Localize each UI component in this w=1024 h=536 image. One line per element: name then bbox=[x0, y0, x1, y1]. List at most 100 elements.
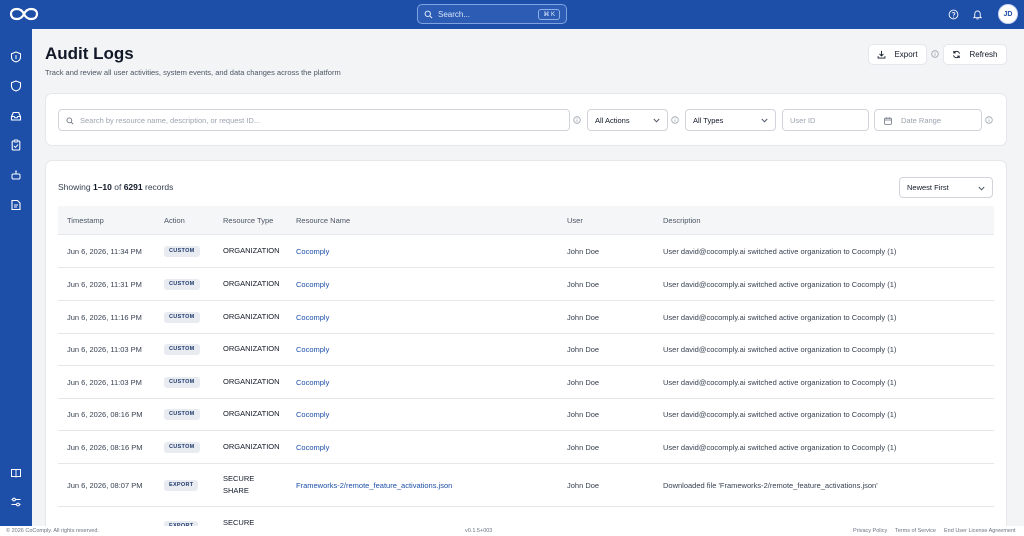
info-icon[interactable] bbox=[671, 116, 679, 124]
clipboard-icon[interactable] bbox=[10, 139, 22, 151]
table-row[interactable]: Jun 6, 2026, 11:16 PM CUSTOM ORGANIZATIO… bbox=[58, 301, 994, 334]
row-description: User david@cocomply.ai switched active o… bbox=[663, 345, 897, 354]
terms-link[interactable]: Terms of Service bbox=[895, 528, 936, 534]
row-description: User david@cocomply.ai switched active o… bbox=[663, 378, 897, 387]
action-badge: CUSTOM bbox=[164, 279, 200, 290]
row-timestamp: Jun 6, 2026, 11:03 PM bbox=[67, 345, 142, 354]
row-resource-name[interactable]: Cocomply bbox=[296, 378, 329, 387]
row-user: John Doe bbox=[567, 378, 600, 387]
search-icon bbox=[66, 117, 74, 125]
privacy-policy-link[interactable]: Privacy Policy bbox=[853, 528, 887, 534]
row-timestamp: Jun 6, 2026, 08:16 PM bbox=[67, 443, 143, 452]
records-total: 6291 bbox=[123, 182, 143, 192]
page-title: Audit Logs bbox=[45, 44, 134, 63]
chevron-down-icon bbox=[761, 118, 768, 123]
table-row[interactable]: Jun 6, 2026, 11:03 PM CUSTOM ORGANIZATIO… bbox=[58, 334, 994, 366]
row-resource-name[interactable]: Cocomply bbox=[296, 345, 329, 354]
row-description: User david@cocomply.ai switched active o… bbox=[663, 313, 897, 322]
refresh-icon bbox=[953, 50, 961, 59]
book-icon[interactable] bbox=[10, 467, 22, 479]
info-icon[interactable] bbox=[573, 116, 581, 124]
shield-outline-icon[interactable] bbox=[10, 80, 22, 92]
row-resource-name[interactable]: Cocomply bbox=[296, 247, 329, 256]
row-user: John Doe bbox=[567, 443, 600, 452]
table-header: Timestamp Action Resource Type Resource … bbox=[58, 206, 994, 235]
row-resource-type: ORGANIZATION bbox=[223, 377, 280, 386]
global-search[interactable]: Search... ⌘ K bbox=[417, 4, 567, 24]
logo-icon[interactable] bbox=[9, 7, 39, 21]
action-badge: EXPORT bbox=[164, 480, 199, 491]
row-resource-name[interactable]: Cocomply bbox=[296, 410, 329, 419]
row-user: John Doe bbox=[567, 410, 600, 419]
export-button[interactable]: Export bbox=[868, 44, 927, 65]
table-row[interactable]: Jun 6, 2026, 08:07 PM EXPORT SECURE SHARE… bbox=[58, 464, 994, 507]
table-row[interactable]: EXPORT SECURE bbox=[58, 507, 994, 532]
table-row[interactable]: Jun 6, 2026, 08:16 PM CUSTOM ORGANIZATIO… bbox=[58, 431, 994, 464]
column-header-action[interactable]: Action bbox=[164, 216, 185, 225]
row-user: John Doe bbox=[567, 345, 600, 354]
action-filter-select[interactable]: All Actions bbox=[587, 109, 668, 131]
settings-sliders-icon[interactable] bbox=[10, 496, 22, 508]
type-filter-value: All Types bbox=[693, 115, 724, 125]
calendar-icon bbox=[884, 117, 892, 125]
info-icon[interactable] bbox=[985, 116, 993, 124]
row-resource-type: ORGANIZATION bbox=[223, 344, 280, 353]
search-input-placeholder: Search by resource name, description, or… bbox=[80, 115, 261, 125]
info-icon[interactable] bbox=[931, 50, 939, 58]
search-shortcut-hint: ⌘ K bbox=[538, 9, 560, 20]
action-badge: CUSTOM bbox=[164, 344, 200, 355]
refresh-button-label: Refresh bbox=[969, 50, 998, 59]
row-user: John Doe bbox=[567, 247, 600, 256]
refresh-button[interactable]: Refresh bbox=[943, 44, 1007, 65]
sort-value: Newest First bbox=[907, 183, 949, 192]
footer: © 2026 CoComply. All rights reserved. v0… bbox=[0, 526, 1024, 536]
action-badge: CUSTOM bbox=[164, 377, 200, 388]
export-button-label: Export bbox=[894, 50, 918, 59]
row-timestamp: Jun 6, 2026, 11:31 PM bbox=[67, 280, 142, 289]
records-count-prefix: Showing bbox=[58, 182, 93, 192]
sort-select[interactable]: Newest First bbox=[899, 177, 993, 198]
help-icon[interactable] bbox=[948, 9, 959, 20]
row-resource-name[interactable]: Cocomply bbox=[296, 313, 329, 322]
row-user: John Doe bbox=[567, 280, 600, 289]
shield-icon[interactable] bbox=[10, 51, 22, 63]
row-resource-type: ORGANIZATION bbox=[223, 409, 280, 418]
table-row[interactable]: Jun 6, 2026, 11:03 PM CUSTOM ORGANIZATIO… bbox=[58, 366, 994, 399]
eula-link[interactable]: End User License Agreement bbox=[944, 528, 1016, 534]
row-timestamp: Jun 6, 2026, 08:07 PM bbox=[67, 481, 143, 490]
row-user: John Doe bbox=[567, 313, 600, 322]
column-header-user[interactable]: User bbox=[567, 216, 583, 225]
column-header-description[interactable]: Description bbox=[663, 216, 701, 225]
action-badge: CUSTOM bbox=[164, 312, 200, 323]
row-resource-type-line1: SECURE bbox=[223, 474, 255, 483]
table-row[interactable]: Jun 6, 2026, 08:16 PM CUSTOM ORGANIZATIO… bbox=[58, 399, 994, 431]
row-description: User david@cocomply.ai switched active o… bbox=[663, 410, 897, 419]
type-filter-select[interactable]: All Types bbox=[685, 109, 776, 131]
inbox-icon[interactable] bbox=[10, 110, 22, 122]
document-icon[interactable] bbox=[10, 199, 22, 211]
row-resource-name[interactable]: Cocomply bbox=[296, 443, 329, 452]
table-row[interactable]: Jun 6, 2026, 11:34 PM CUSTOM ORGANIZATIO… bbox=[58, 235, 994, 268]
row-resource-type: SECURE SHARE bbox=[223, 473, 254, 497]
bell-icon[interactable] bbox=[972, 9, 983, 20]
top-bar: Search... ⌘ K JD bbox=[0, 0, 1024, 29]
records-count: Showing 1–10 of 6291 records bbox=[58, 182, 173, 192]
table-row[interactable]: Jun 6, 2026, 11:31 PM CUSTOM ORGANIZATIO… bbox=[58, 268, 994, 301]
date-range-picker[interactable]: Date Range bbox=[874, 109, 982, 131]
row-resource-type-line2: SHARE bbox=[223, 486, 249, 495]
avatar[interactable]: JD bbox=[998, 4, 1018, 24]
column-header-timestamp[interactable]: Timestamp bbox=[67, 216, 104, 225]
row-description: User david@cocomply.ai switched active o… bbox=[663, 280, 897, 289]
row-resource-name[interactable]: Cocomply bbox=[296, 280, 329, 289]
search-input[interactable]: Search by resource name, description, or… bbox=[58, 109, 570, 131]
row-resource-name[interactable]: Frameworks-2/remote_feature_activations.… bbox=[296, 481, 452, 490]
robot-icon[interactable] bbox=[10, 169, 22, 181]
column-header-resource-type[interactable]: Resource Type bbox=[223, 216, 273, 225]
column-header-resource-name[interactable]: Resource Name bbox=[296, 216, 350, 225]
chevron-down-icon bbox=[978, 186, 985, 191]
row-description: User david@cocomply.ai switched active o… bbox=[663, 443, 897, 452]
action-badge: CUSTOM bbox=[164, 442, 200, 453]
user-id-input[interactable]: User ID bbox=[782, 109, 869, 131]
row-description: User david@cocomply.ai switched active o… bbox=[663, 247, 897, 256]
row-resource-type: ORGANIZATION bbox=[223, 246, 280, 255]
